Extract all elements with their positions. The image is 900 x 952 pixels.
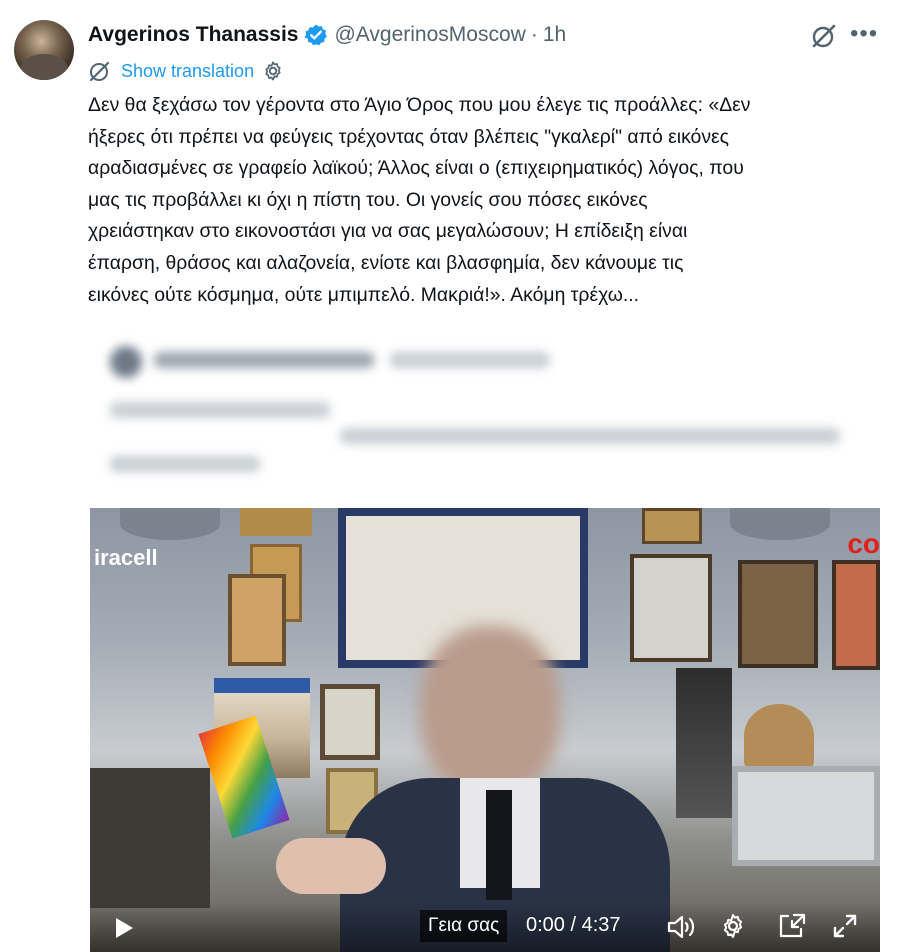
tweet-line: έπαρση, θράσος και αλαζονεία, ενίοτε και… [88,251,684,274]
icon-frame [642,508,702,544]
grok-icon[interactable] [810,22,838,50]
tweet-line: αραδιασμένες σε γραφείο λαϊκού; Άλλος εί… [88,157,744,180]
gear-icon[interactable] [262,60,284,82]
person-hand [276,838,386,894]
brand-text-right: co [847,528,880,559]
person-tie [486,790,512,900]
tweet-line: εικόνες ούτε κόσμημα, ούτε μπιμπελό. Μακ… [88,283,640,306]
play-icon[interactable] [114,917,134,939]
author-avatar[interactable] [14,20,74,80]
video-caption: Γεια σας [420,910,508,942]
ceiling-light [120,508,220,540]
blurred-person-head [420,626,560,796]
fullscreen-icon[interactable] [832,913,858,939]
quoted-text-line [110,402,330,418]
volume-icon[interactable] [666,914,696,940]
tweet-line: Δεν θα ξεχάσω τον γέροντα στο Άγιο Όρος … [88,94,751,116]
icon-frame [832,560,880,670]
blurred-quoted-post[interactable] [90,324,880,504]
quoted-avatar [110,346,142,378]
icon-frame [228,574,286,666]
icon-frame [320,684,380,760]
translate-icon [89,61,110,82]
microscope [676,668,732,818]
icon-frame [744,704,814,768]
verified-badge-icon [304,24,328,46]
tweet-line: μας τις προβάλλει κι όχι η πίστη του. Οι… [88,188,648,211]
header-separator: · [530,23,538,46]
icon-frame [240,508,312,536]
translate-row: Show translation [88,58,284,84]
laptop [732,766,880,866]
tweet-header: Avgerinos Thanassis @AvgerinosMoscow · 1… [88,20,566,50]
brand-text-left: iracell [94,545,158,570]
post-time[interactable]: 1h [543,23,566,47]
quoted-header-line [390,352,550,368]
icon-frame [630,554,712,662]
icon-frame [738,560,818,668]
gear-icon[interactable] [720,913,746,939]
video-player[interactable]: iracell co Γεια σας 0:00 / 4:37 [90,508,880,952]
desk-shelf [90,768,210,908]
tweet-line: χρειάστηκαν στο εικονοστάσι για να σας μ… [88,220,688,243]
quoted-text-line [340,428,840,444]
video-timecode: 0:00 / 4:37 [526,914,621,936]
tweet-text: Δεν θα ξεχάσω τον γέροντα στο Άγιο Όρος … [88,90,888,311]
picture-in-picture-icon[interactable] [778,913,806,939]
ceiling-light [730,508,830,540]
video-controls: Γεια σας 0:00 / 4:37 [90,902,880,952]
author-name[interactable]: Avgerinos Thanassis [88,23,298,47]
tweet-line: ήξερες ότι πρέπει να φεύγεις τρέχοντας ό… [88,125,730,148]
quoted-header-line [154,352,374,368]
author-handle[interactable]: @AvgerinosMoscow [334,23,525,47]
show-translation-link[interactable]: Show translation [121,61,254,82]
more-icon[interactable]: ••• [850,22,878,48]
quoted-text-line [110,456,260,472]
